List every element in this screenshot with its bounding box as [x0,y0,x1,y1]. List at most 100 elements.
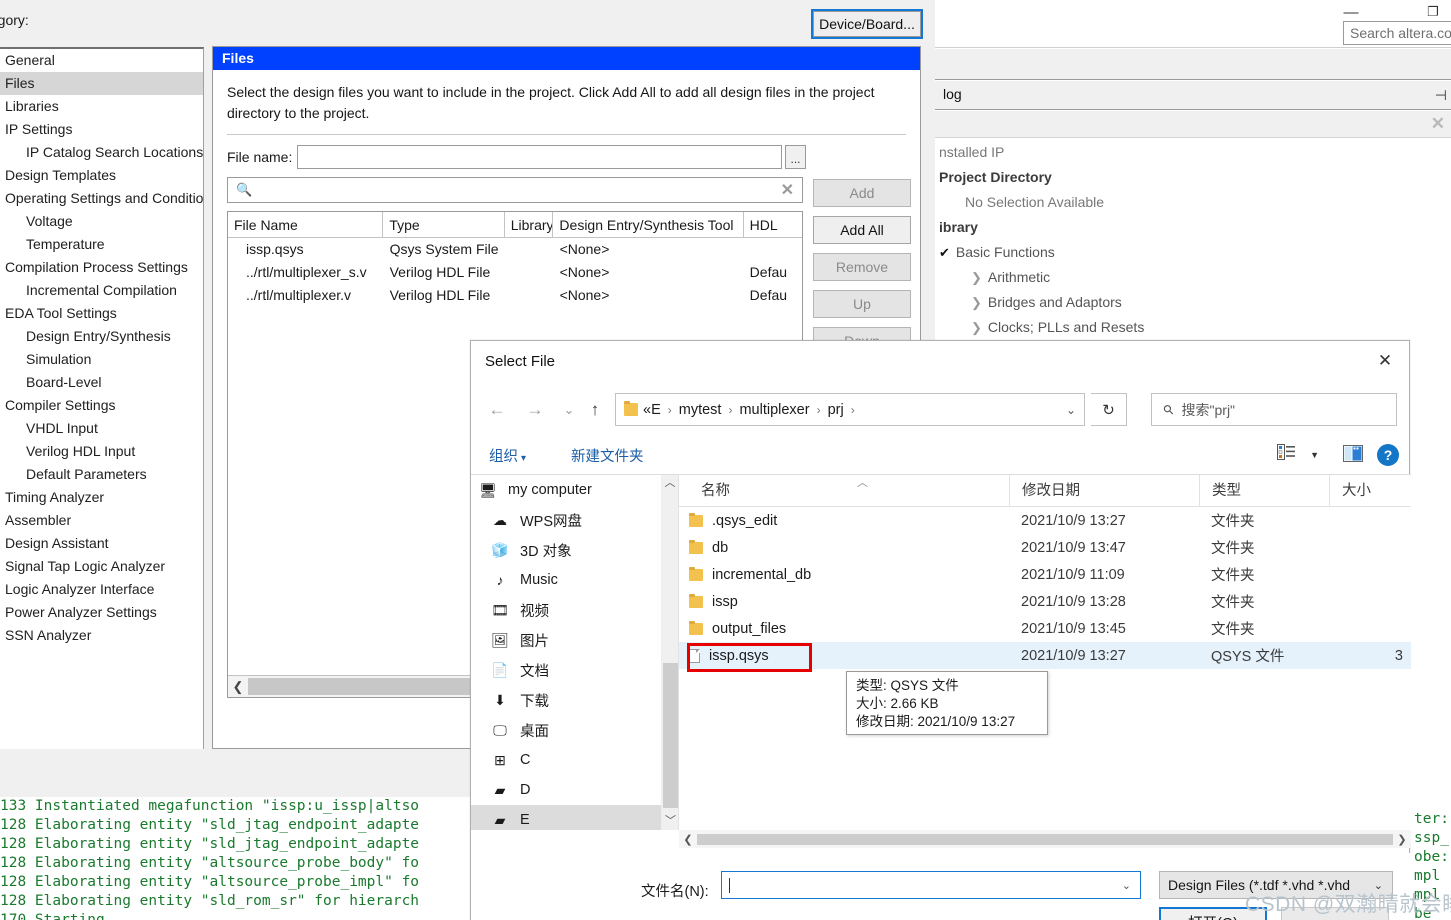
scroll-up-arrow-icon[interactable]: ︿ [662,475,678,492]
chevron-right-icon[interactable]: ❯ [971,295,982,310]
chevron-down-icon[interactable]: ▼ [1310,450,1319,460]
ip-node-bridges-and-adaptors[interactable]: ❯ Bridges and Adaptors [935,290,1451,315]
category-item-compilation-process-settings[interactable]: Compilation Process Settings [0,256,203,279]
category-item-ip-catalog-search-locations[interactable]: IP Catalog Search Locations [0,141,203,164]
breadcrumb-part[interactable]: E [651,402,661,418]
up-one-level-icon[interactable]: ↑ [581,396,609,424]
scroll-left-arrow-icon[interactable]: ❮ [679,833,697,846]
category-item-design-templates[interactable]: Design Templates [0,164,203,187]
category-item-signal-tap-logic-analyzer[interactable]: Signal Tap Logic Analyzer [0,555,203,578]
category-item-design-assistant[interactable]: Design Assistant [0,532,203,555]
scrollbar-thumb[interactable] [697,833,1393,845]
column-header-size[interactable]: 大小 [1329,475,1409,506]
file-name-input[interactable] [297,145,782,169]
navtree-scrollbar[interactable]: ︿ ﹀ [661,475,678,830]
chevron-right-icon[interactable]: ❯ [971,320,982,335]
file-list-row[interactable]: db 2021/10/9 13:47 文件夹 [679,534,1411,561]
category-item-verilog-hdl-input[interactable]: Verilog HDL Input [0,440,203,463]
category-item-logic-analyzer-interface[interactable]: Logic Analyzer Interface [0,578,203,601]
breadcrumb-dropdown-icon[interactable]: ⌄ [1066,403,1076,417]
add-button[interactable]: Add [813,179,911,207]
navtree-item-3d-对象[interactable]: 🧊 3D 对象 [471,535,661,565]
file-list-row[interactable]: incremental_db 2021/10/9 11:09 文件夹 [679,561,1411,588]
files-table-row[interactable]: ../rtl/multiplexer.v Verilog HDL File <Non… [228,284,802,307]
file-list-row[interactable]: issp 2021/10/9 13:28 文件夹 [679,588,1411,615]
navtree-item-wps网盘[interactable]: ☁ WPS网盘 [471,505,661,535]
forward-icon[interactable]: → [521,396,549,424]
file-name-combobox[interactable]: ⌄ [721,871,1141,899]
new-folder-button[interactable]: 新建文件夹 [571,445,644,466]
column-header-date[interactable]: 修改日期 [1009,475,1199,506]
breadcrumb[interactable]: « E › mytest › multiplexer › prj › ⌄ [615,393,1085,426]
navtree-item-图片[interactable]: 🖼 图片 [471,625,661,655]
category-item-vhdl-input[interactable]: VHDL Input [0,417,203,440]
view-mode-icon[interactable] [1277,444,1295,463]
category-item-general[interactable]: General [0,49,203,72]
files-table-body[interactable]: issp.qsys Qsys System File <None> ../rtl/mu… [228,238,802,307]
breadcrumb-part[interactable]: mytest [679,402,722,418]
chevron-down-icon[interactable]: ⌄ [1122,879,1131,892]
scrollbar-thumb[interactable] [663,663,678,808]
dialog-search-input[interactable]: ⚲ 搜索"prj" [1151,393,1397,426]
file-list-row[interactable]: issp.qsys 2021/10/9 13:27 QSYS 文件 3 [679,642,1411,669]
category-item-voltage[interactable]: Voltage [0,210,203,233]
category-item-operating-settings-and-conditions[interactable]: Operating Settings and Conditions [0,187,203,210]
file-list[interactable]: 名称 ︿ 修改日期 类型 大小 .qsys_edit 2021/10/9 13:2… [679,475,1411,830]
dialog-navigation-tree[interactable]: 🖥 my computer ☁ WPS网盘 🧊 3D 对象 ♪ Music 🎞 视频 🖼 图片 📄 文档 ⬇… [471,475,661,830]
file-list-hscrollbar[interactable]: ❮ ❯ [679,830,1411,848]
breadcrumb-parts[interactable]: E › mytest › multiplexer › prj › [651,402,862,418]
category-item-temperature[interactable]: Temperature [0,233,203,256]
breadcrumb-part[interactable]: prj [828,402,844,418]
files-table-row[interactable]: issp.qsys Qsys System File <None> [228,238,802,261]
category-item-assembler[interactable]: Assembler [0,509,203,532]
remove-button[interactable]: Remove [813,253,911,281]
category-item-timing-analyzer[interactable]: Timing Analyzer [0,486,203,509]
files-search-input[interactable]: 🔍 ✕ [227,177,803,203]
add-all-button[interactable]: Add All [813,216,911,244]
maximize-icon[interactable]: ❐ [1413,2,1451,22]
column-header-name[interactable]: 名称 ︿ [679,475,1009,506]
up-button[interactable]: Up [813,290,911,318]
clear-icon[interactable]: ✕ [781,180,794,200]
navtree-item-e[interactable]: ▰ E [471,805,661,830]
files-table-row[interactable]: ../rtl/multiplexer_s.v Verilog HDL File <N… [228,261,802,284]
files-column-header[interactable]: Library [505,212,554,237]
category-item-default-parameters[interactable]: Default Parameters [0,463,203,486]
preview-pane-icon[interactable] [1343,445,1363,465]
device-board-button[interactable]: Device/Board... [811,9,923,39]
chevron-right-icon[interactable]: ❯ [971,270,982,285]
ip-catalog-tab[interactable]: log ⊣ [935,81,1451,110]
recent-locations-icon[interactable]: ⌄ [555,396,583,424]
ip-node-arithmetic[interactable]: ❯ Arithmetic [935,265,1451,290]
organize-button[interactable]: 组织 ▾ [489,445,526,466]
column-header-type[interactable]: 类型 [1199,475,1329,506]
minimize-icon[interactable]: — [1331,2,1371,22]
close-icon[interactable]: ✕ [1367,347,1403,375]
navtree-item-d[interactable]: ▰ D [471,775,661,805]
navtree-item-桌面[interactable]: 🖵 桌面 [471,715,661,745]
files-column-header[interactable]: HDL [744,212,802,237]
refresh-icon[interactable]: ↻ [1091,393,1127,426]
files-column-header[interactable]: Design Entry/Synthesis Tool [553,212,744,237]
category-item-simulation[interactable]: Simulation [0,348,203,371]
ip-catalog-filter-input[interactable]: ✕ [935,111,1451,138]
category-item-incremental-compilation[interactable]: Incremental Compilation [0,279,203,302]
navtree-item-下载[interactable]: ⬇ 下载 [471,685,661,715]
navtree-item-文档[interactable]: 📄 文档 [471,655,661,685]
ip-node-nstalled-ip[interactable]: nstalled IP [935,140,1451,165]
file-list-row[interactable]: .qsys_edit 2021/10/9 13:27 文件夹 [679,507,1411,534]
ip-node-basic-functions[interactable]: ✔ Basic Functions [935,240,1451,265]
scroll-down-arrow-icon[interactable]: ﹀ [662,813,679,830]
pin-panel-icon[interactable]: ⊣ [1435,87,1447,104]
file-list-body[interactable]: .qsys_edit 2021/10/9 13:27 文件夹 db 2021/10/9 … [679,507,1411,669]
altera-search-input[interactable]: Search altera.com [1343,21,1451,45]
category-item-board-level[interactable]: Board-Level [0,371,203,394]
navtree-item-music[interactable]: ♪ Music [471,565,661,595]
ip-node-no-selection-available[interactable]: No Selection Available [935,190,1451,215]
navtree-item-视频[interactable]: 🎞 视频 [471,595,661,625]
category-item-ip-settings[interactable]: IP Settings [0,118,203,141]
category-item-libraries[interactable]: Libraries [0,95,203,118]
category-item-eda-tool-settings[interactable]: EDA Tool Settings [0,302,203,325]
navtree-item-my-computer[interactable]: 🖥 my computer [471,475,661,505]
navtree-item-c[interactable]: ⊞ C [471,745,661,775]
